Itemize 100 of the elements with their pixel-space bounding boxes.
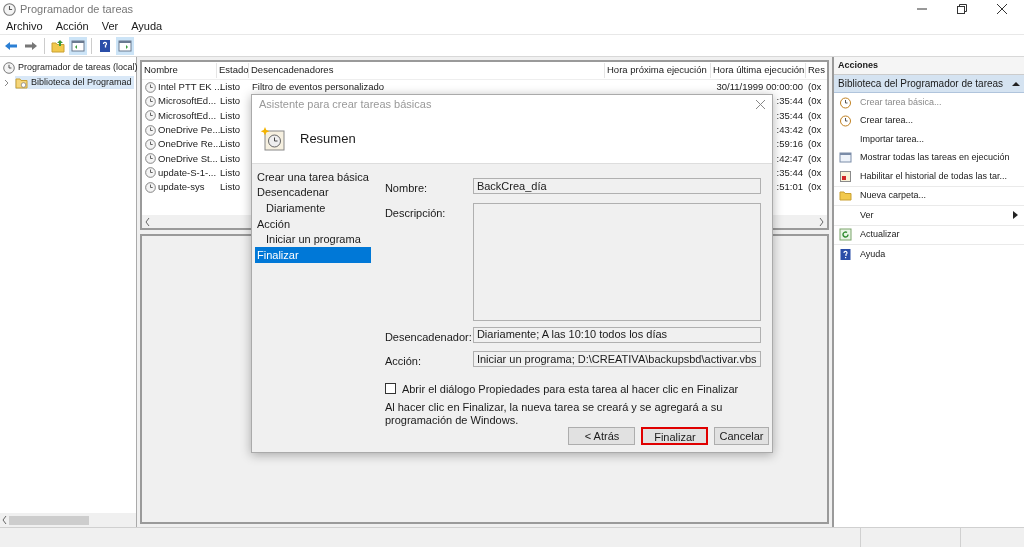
wizard-step[interactable]: Acción xyxy=(255,216,371,232)
menu-item[interactable]: Acción xyxy=(55,17,89,35)
tree-item[interactable]: Programador de tareas (local) xyxy=(18,60,138,75)
table-cell: :35:44 xyxy=(776,94,803,109)
info-text: Al hacer clic en Finalizar, la nueva tarea se creará y se agregará a su programación de Windows. xyxy=(384,401,724,427)
scroll-left-icon[interactable] xyxy=(2,516,7,524)
folder-icon xyxy=(15,76,28,89)
field-label: Acción: xyxy=(384,355,421,367)
clock-icon xyxy=(839,114,852,128)
table-cell-text: Filtro de eventos personalizado xyxy=(252,80,385,94)
column-header[interactable]: Hora próxima ejecución xyxy=(607,63,707,78)
checkbox[interactable] xyxy=(384,383,396,395)
wizard-step[interactable]: Diariamente xyxy=(255,200,371,217)
clock-icon xyxy=(145,181,156,193)
menu-item[interactable]: Ayuda xyxy=(131,17,163,35)
description-field[interactable] xyxy=(472,202,761,321)
scroll-right-icon[interactable] xyxy=(819,217,824,226)
table-cell-text: (0x xyxy=(808,165,822,180)
table-cell: (0x xyxy=(808,137,822,152)
table-cell: OneDrive St... xyxy=(158,151,218,166)
section-header[interactable]: Biblioteca del Programador de tareas xyxy=(834,75,1024,93)
table-cell: (0x xyxy=(808,180,822,195)
table-cell: Listo xyxy=(220,180,241,195)
table-cell: (0x xyxy=(808,151,822,166)
action-item[interactable]: Importar tarea... xyxy=(860,132,925,146)
dialog-button[interactable]: < Atrás xyxy=(568,427,636,445)
wizard-step[interactable]: Finalizar xyxy=(255,247,371,264)
window-icon xyxy=(839,151,852,165)
submenu-arrow-icon xyxy=(1013,211,1018,220)
action-item[interactable]: Nueva carpeta... xyxy=(860,189,927,203)
horizontal-scrollbar[interactable] xyxy=(0,513,136,527)
read-only-field[interactable]: BackCrea_día xyxy=(472,178,761,194)
list-icon xyxy=(839,169,852,183)
clock-icon xyxy=(3,61,15,74)
clock-icon xyxy=(145,124,156,136)
dialog-heading: Resumen xyxy=(300,129,356,148)
clock-icon xyxy=(145,95,156,107)
table-cell: OneDrive Re... xyxy=(158,137,221,152)
clock-icon xyxy=(839,95,852,109)
actions-header: Acciones xyxy=(834,57,1024,75)
clock-icon xyxy=(145,138,156,150)
dialog-button[interactable]: Cancelar xyxy=(714,427,769,445)
wizard-step[interactable]: Desencadenar xyxy=(255,184,371,201)
table-cell-text: Listo xyxy=(220,80,241,94)
table-cell-text: Listo xyxy=(220,165,241,180)
action-item[interactable]: Mostrar todas las tareas en ejecución xyxy=(860,151,1010,165)
maximize-icon[interactable] xyxy=(957,4,967,14)
action-item[interactable]: Crear tarea... xyxy=(860,114,914,128)
action-item[interactable]: Actualizar xyxy=(860,228,900,242)
action-item[interactable]: Habilitar el historial de todas las tar... xyxy=(860,169,1008,183)
table-cell: MicrosoftEd... xyxy=(158,94,217,109)
folder-icon xyxy=(839,189,852,203)
table-cell: Listo xyxy=(220,151,241,166)
table-cell: MicrosoftEd... xyxy=(158,108,217,123)
clock-icon xyxy=(145,153,156,165)
window-title: Programador de tareas xyxy=(20,1,134,17)
field-label: Nombre: xyxy=(384,182,428,194)
table-cell: Listo xyxy=(220,137,241,152)
calendar-clock-icon xyxy=(260,125,286,152)
wizard-step[interactable]: Crear una tarea básica xyxy=(255,169,371,185)
panel-icon[interactable] xyxy=(69,36,87,55)
column-header[interactable]: Estado xyxy=(219,63,249,78)
column-header[interactable]: Hora última ejecución xyxy=(713,63,805,78)
table-cell-text: Listo xyxy=(220,122,241,137)
column-header[interactable]: Res xyxy=(808,63,825,78)
column-header[interactable]: Nombre xyxy=(144,63,178,78)
table-cell-text: :35:44 xyxy=(776,165,803,180)
action-item[interactable]: Ayuda xyxy=(860,247,886,261)
clock-icon xyxy=(145,81,156,93)
tree-item[interactable]: Biblioteca del Programad xyxy=(15,75,134,90)
column-header[interactable]: Desencadenadores xyxy=(251,63,334,78)
field-label: Desencadenador: xyxy=(384,330,472,343)
read-only-field[interactable]: Diariamente; A las 10:10 todos los días xyxy=(472,326,761,343)
help-icon xyxy=(839,247,852,261)
table-cell: (0x xyxy=(808,94,822,109)
table-cell-text: (0x xyxy=(808,80,822,94)
menu-item[interactable]: Archivo xyxy=(6,17,43,35)
action-item[interactable]: Ver xyxy=(860,208,874,222)
table-cell: update-sys xyxy=(158,180,205,195)
refresh-icon xyxy=(839,228,852,242)
table-cell: Listo xyxy=(220,94,241,109)
field-label: Descripción: xyxy=(384,206,446,219)
table-cell: Listo xyxy=(220,108,241,123)
clock-icon xyxy=(145,167,156,179)
table-cell-text: update-S-1-... xyxy=(158,165,217,180)
table-cell: :42:47 xyxy=(776,151,803,166)
wizard-step[interactable]: Iniciar un programa xyxy=(255,231,371,248)
collapse-caret-icon[interactable] xyxy=(1012,80,1020,87)
close-icon[interactable] xyxy=(997,4,1007,14)
table-cell: (0x xyxy=(808,108,822,123)
table-cell-text: (0x xyxy=(808,122,822,137)
dialog-button[interactable]: Finalizar xyxy=(641,427,709,445)
panel-icon[interactable] xyxy=(116,36,134,55)
table-cell: :35:44 xyxy=(776,108,803,123)
menu-item[interactable]: Ver xyxy=(101,17,119,35)
dialog-title: Asistente para crear tareas básicas xyxy=(259,97,432,113)
checkbox-label[interactable]: Abrir el diálogo Propiedades para esta tarea al hacer clic en Finalizar xyxy=(401,380,739,397)
read-only-field[interactable]: Iniciar un programa; D:\CREATIVA\backupsbd\activar.vbs xyxy=(472,351,761,367)
table-cell-text: 30/11/1999 00:00:00 xyxy=(716,80,803,94)
scroll-left-icon[interactable] xyxy=(145,217,150,226)
